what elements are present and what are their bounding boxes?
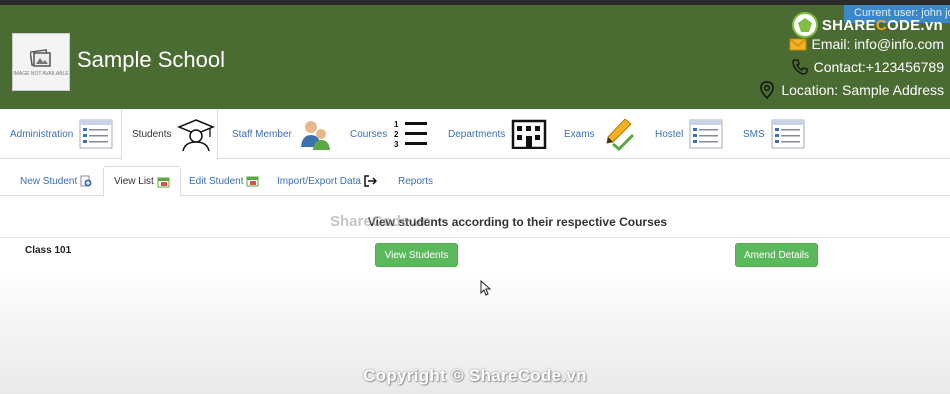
contact-line: Contact:+123456789 xyxy=(791,58,944,76)
sub-navigation: New Student View List Edit Student Impor… xyxy=(0,166,950,197)
nav-item-exams[interactable]: Exams xyxy=(564,109,635,159)
watermark-text: ShareCode.vn xyxy=(330,213,431,230)
list-icon: 123 xyxy=(394,120,428,149)
form-icon xyxy=(689,119,723,149)
amend-details-button[interactable]: Amend Details xyxy=(735,243,818,267)
school-name: Sample School xyxy=(77,47,225,72)
page-title: View students according to their respect… xyxy=(367,215,668,229)
staff-icon xyxy=(300,121,330,150)
tab-import-export-data[interactable]: Import/Export Data xyxy=(277,166,377,196)
building-icon xyxy=(512,119,547,149)
school-logo: IMAGE NOT AVAILABLE xyxy=(12,33,70,91)
location-text: Location: Sample Address xyxy=(781,82,944,98)
nav-item-hostel[interactable]: Hostel xyxy=(655,109,723,159)
watermark-logo: SHARECODE.vn xyxy=(791,12,943,38)
class-name: Class 101 xyxy=(25,245,72,256)
mouse-cursor-icon xyxy=(480,280,492,296)
contact-text: Contact:+123456789 xyxy=(813,59,944,75)
form-icon xyxy=(79,119,113,149)
nav-item-students[interactable]: Students xyxy=(121,109,218,160)
main-navigation: Administration Students Staff Member Cou… xyxy=(0,109,950,160)
nav-item-sms[interactable]: SMS xyxy=(743,109,805,159)
svg-text:1: 1 xyxy=(394,120,399,129)
nav-item-departments[interactable]: Departments xyxy=(448,109,547,159)
exam-icon xyxy=(605,118,634,151)
nav-item-administration[interactable]: Administration xyxy=(10,109,113,159)
nav-item-staff-member[interactable]: Staff Member xyxy=(232,109,332,159)
image-placeholder-icon xyxy=(30,48,51,67)
calendar-icon xyxy=(157,177,170,187)
graduate-icon xyxy=(177,118,216,151)
logo-placeholder-text: IMAGE NOT AVAILABLE xyxy=(13,70,69,77)
copyright-watermark: Copyright © ShareCode.vn xyxy=(363,366,587,385)
tab-new-student[interactable]: New Student xyxy=(20,166,92,196)
tab-edit-student[interactable]: Edit Student xyxy=(189,166,259,196)
location-pin-icon xyxy=(760,81,775,99)
svg-text:2: 2 xyxy=(394,130,399,139)
location-line: Location: Sample Address xyxy=(758,81,944,99)
email-text: Email: info@info.com xyxy=(811,36,944,52)
add-document-icon xyxy=(80,175,92,187)
calendar-icon xyxy=(246,176,259,187)
tab-reports[interactable]: Reports xyxy=(398,166,433,196)
form-icon xyxy=(771,119,805,149)
svg-text:3: 3 xyxy=(394,140,399,149)
watermark-emblem-icon xyxy=(791,12,818,38)
nav-item-courses[interactable]: Courses 123 xyxy=(350,109,429,159)
export-icon xyxy=(364,175,377,187)
phone-icon xyxy=(791,59,808,75)
divider xyxy=(0,237,950,238)
view-students-button[interactable]: View Students xyxy=(375,243,458,267)
watermark-logo-text: SHARECODE.vn xyxy=(821,16,943,34)
tab-view-list[interactable]: View List xyxy=(103,166,181,197)
